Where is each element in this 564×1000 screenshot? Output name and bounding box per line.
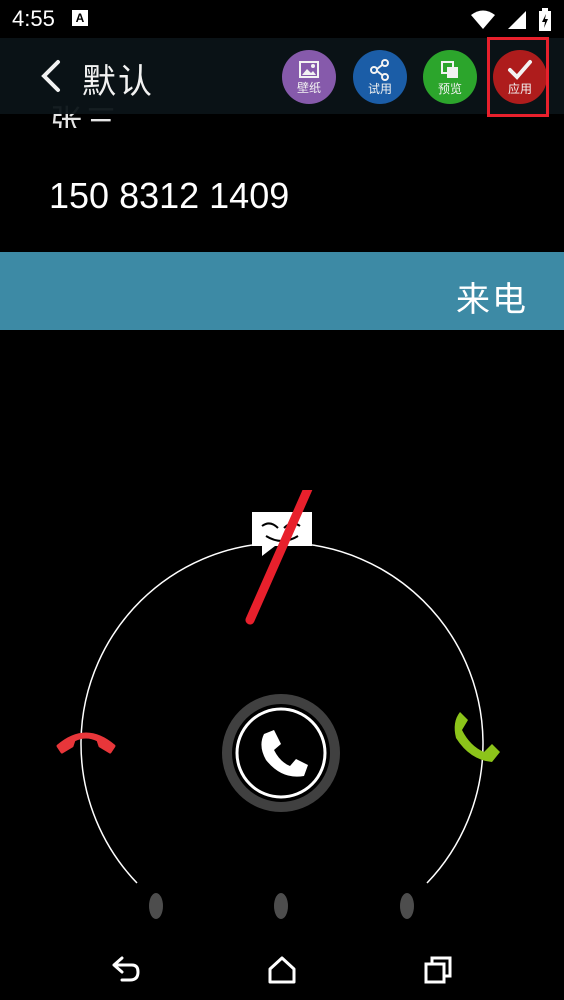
signal-icon bbox=[508, 11, 526, 29]
battery-charging-icon bbox=[539, 8, 551, 31]
share-icon bbox=[370, 58, 389, 81]
try-label: 试用 bbox=[367, 81, 392, 96]
try-button[interactable]: 试用 bbox=[353, 50, 407, 104]
app-notification-icon: A bbox=[72, 10, 88, 26]
annotation-highlight-box bbox=[487, 37, 549, 117]
decline-icon[interactable] bbox=[56, 732, 116, 754]
back-button[interactable] bbox=[36, 56, 70, 96]
answer-icon[interactable] bbox=[454, 712, 500, 762]
status-bar: 4:55 A bbox=[0, 0, 564, 38]
wallpaper-label: 壁纸 bbox=[296, 80, 321, 95]
image-icon bbox=[299, 60, 319, 78]
preview-icon bbox=[441, 60, 458, 78]
hint-dot bbox=[149, 893, 163, 919]
contact-number: 150 8312 1409 bbox=[49, 175, 290, 216]
navigation-bar bbox=[0, 940, 564, 1000]
wallpaper-button[interactable]: 壁纸 bbox=[282, 50, 336, 104]
top-toolbar: 默认 壁纸 试用 预览 应用 bbox=[0, 38, 564, 114]
center-call-button[interactable] bbox=[222, 694, 340, 812]
preview-label: 预览 bbox=[437, 81, 462, 96]
incoming-call-label: 来电 bbox=[456, 280, 528, 320]
chevron-left-icon bbox=[41, 60, 60, 92]
status-time: 4:55 bbox=[12, 6, 55, 31]
hint-dot bbox=[400, 893, 414, 919]
status-icons bbox=[470, 8, 552, 32]
hint-dot bbox=[274, 893, 288, 919]
page-title: 默认 bbox=[82, 62, 154, 102]
home-nav-icon[interactable] bbox=[268, 956, 296, 984]
call-controls bbox=[56, 490, 500, 919]
annotation-arrow bbox=[245, 490, 313, 625]
wifi-icon bbox=[471, 10, 495, 29]
preview-button[interactable]: 预览 bbox=[423, 50, 477, 104]
incoming-call-banner: 来电 bbox=[0, 252, 564, 330]
recents-nav-icon[interactable] bbox=[424, 956, 452, 984]
back-nav-icon[interactable] bbox=[110, 956, 142, 984]
